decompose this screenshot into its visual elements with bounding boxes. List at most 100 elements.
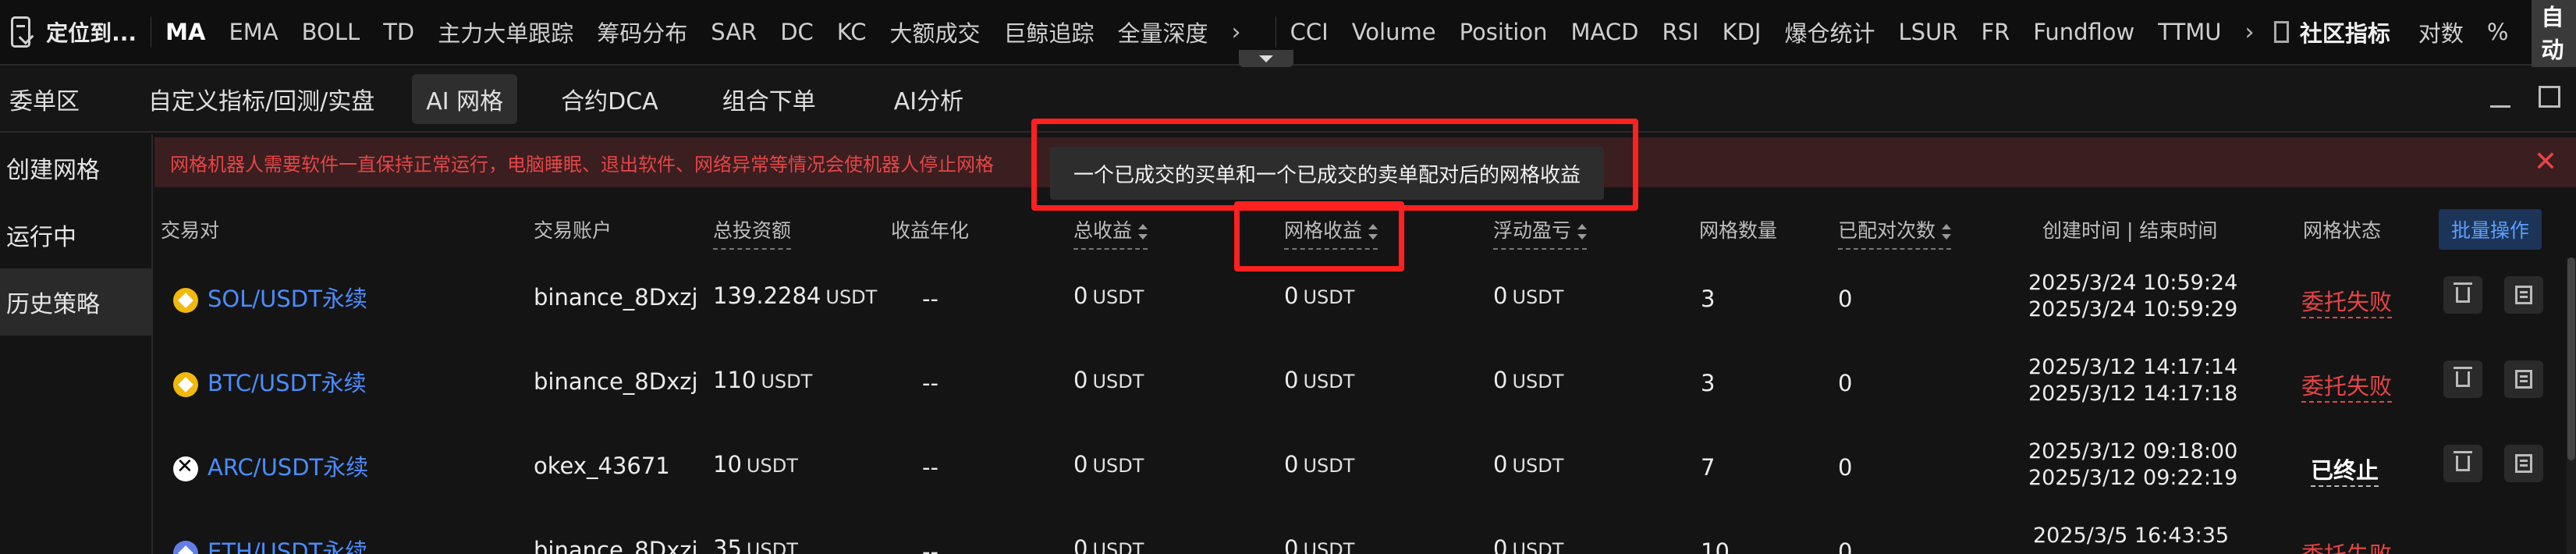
created-time: 2025/3/12 09:18:00 [2028, 439, 2238, 463]
indicator-macd[interactable]: MACD [1571, 19, 1639, 45]
sidenav-item-create-grid[interactable]: 创建网格 [0, 134, 151, 201]
unit: USDT [1092, 286, 1144, 308]
indicator-volume[interactable]: Volume [1352, 19, 1436, 45]
collapse-panel-handle[interactable] [1239, 50, 1293, 67]
indicator-lsur[interactable]: LSUR [1898, 19, 1957, 45]
percent-scale-toggle[interactable]: % [2487, 19, 2509, 45]
indicator-fundflow[interactable]: Fundflow [2033, 19, 2134, 45]
status-cell[interactable]: 委托失败 [2301, 537, 2393, 554]
sort-icon[interactable] [1368, 224, 1378, 240]
header-grid-profit[interactable]: 网格收益 [1284, 215, 1378, 250]
header-total-profit[interactable]: 总收益 [1073, 215, 1148, 250]
header-matched[interactable]: 已配对次数 [1838, 215, 1952, 250]
account-cell: okex_43671 [534, 453, 670, 479]
sidenav-item-history[interactable]: 历史策略 [0, 268, 151, 336]
tab-ai-grid[interactable]: AI 网格 [412, 74, 518, 124]
indicator-dc[interactable]: DC [780, 19, 814, 45]
total-profit-value: 0 [1073, 282, 1088, 309]
document-icon [2515, 370, 2532, 389]
indicator-large-trades[interactable]: 大额成交 [889, 16, 980, 48]
pair-link[interactable]: ARC/USDT永续 [173, 449, 368, 482]
status-badge[interactable]: 已终止 [2311, 457, 2379, 487]
trash-icon [2454, 367, 2472, 387]
header-floating-pnl[interactable]: 浮动盈亏 [1493, 215, 1588, 250]
details-button[interactable] [2504, 276, 2543, 314]
grid-count-cell: 3 [1701, 286, 1716, 312]
indicator-ttmu[interactable]: TTMU [2158, 19, 2221, 45]
calendar-check-icon[interactable] [11, 16, 31, 48]
sidenav-item-running[interactable]: 运行中 [0, 201, 151, 268]
pair-link[interactable]: SOL/USDT永续 [173, 281, 367, 314]
minimize-icon[interactable] [2490, 105, 2510, 108]
header-matched-label: 已配对次数 [1838, 219, 1936, 242]
status-cell[interactable]: 委托失败 [2301, 368, 2393, 403]
status-badge[interactable]: 委托失败 [2301, 373, 2393, 403]
close-icon[interactable]: ✕ [2534, 148, 2557, 176]
investment-value: 10 [713, 451, 742, 478]
indicator-ma[interactable]: MA [165, 19, 205, 45]
indicator-ema[interactable]: EMA [229, 19, 278, 45]
indicator-td[interactable]: TD [383, 19, 414, 45]
details-button[interactable] [2504, 445, 2543, 482]
table-scrollbar-thumb[interactable] [2567, 257, 2575, 460]
floating-pnl-value: 0 [1493, 367, 1508, 393]
log-scale-toggle[interactable]: 对数 [2418, 16, 2464, 48]
indicator-position[interactable]: Position [1460, 19, 1548, 45]
indicator-main-order[interactable]: 主力大单跟踪 [438, 16, 573, 48]
status-badge[interactable]: 委托失败 [2301, 289, 2393, 318]
indicator-fr[interactable]: FR [1981, 19, 2010, 45]
external-link-icon[interactable] [2274, 21, 2289, 43]
tab-orders[interactable]: 委单区 [9, 82, 80, 116]
unit: USDT [1512, 455, 1564, 477]
grid-profit-cell: 0 USDT [1284, 535, 1354, 554]
grid-count-cell: 7 [1701, 454, 1716, 481]
status-cell[interactable]: 已终止 [2311, 453, 2379, 487]
locate-button[interactable]: 定位到... [46, 16, 137, 48]
unit: USDT [746, 455, 798, 477]
pair-link[interactable]: ETH/USDT永续 [173, 534, 367, 554]
sort-icon[interactable] [1138, 224, 1148, 240]
sort-icon[interactable] [1942, 224, 1952, 240]
status-cell[interactable]: 委托失败 [2301, 284, 2393, 318]
header-account: 交易账户 [534, 219, 612, 242]
delete-button[interactable] [2443, 445, 2482, 482]
floating-pnl-value: 0 [1493, 535, 1508, 554]
apy-cell: -- [922, 370, 939, 396]
bulk-action-button[interactable]: 批量操作 [2439, 209, 2542, 250]
pair-link[interactable]: BTC/USDT永续 [173, 365, 367, 398]
indicator-liquidation[interactable]: 爆仓统计 [1784, 16, 1875, 48]
details-button[interactable] [2504, 360, 2543, 398]
indicator-rsi[interactable]: RSI [1662, 19, 1698, 45]
panel-window-controls [2490, 86, 2560, 108]
indicator-cci[interactable]: CCI [1290, 19, 1329, 45]
community-indicators-button[interactable]: 社区指标 [2300, 16, 2390, 48]
indicator-sar[interactable]: SAR [711, 19, 757, 45]
indicator-kc[interactable]: KC [837, 19, 867, 45]
account-cell: binance_8Dxzj [534, 537, 698, 554]
chevron-right-icon[interactable]: › [1232, 19, 1241, 46]
status-badge[interactable]: 委托失败 [2301, 542, 2393, 554]
panel-tab-bar: 委单区 自定义指标/回测/实盘 AI 网格 合约DCA 组合下单 AI分析 [0, 67, 2576, 133]
chevron-right-icon[interactable]: › [2244, 19, 2254, 46]
indicator-boll[interactable]: BOLL [302, 19, 360, 45]
indicator-depth[interactable]: 全量深度 [1118, 16, 1208, 48]
matched-cell: 0 [1838, 286, 1853, 312]
indicator-whale[interactable]: 巨鲸追踪 [1004, 16, 1095, 48]
header-investment[interactable]: 总投资额 [713, 215, 792, 250]
sort-icon[interactable] [1577, 224, 1588, 240]
tab-ai-analysis[interactable]: AI分析 [894, 82, 963, 116]
tab-combo-order[interactable]: 组合下单 [722, 82, 816, 116]
header-grid-count: 网格数量 [1699, 219, 1778, 242]
delete-button[interactable] [2443, 276, 2482, 314]
total-profit-cell: 0 USDT [1073, 535, 1144, 554]
maximize-icon[interactable] [2539, 86, 2560, 108]
auto-scale-toggle[interactable]: 自动 [2532, 0, 2576, 69]
tab-contract-dca[interactable]: 合约DCA [561, 82, 658, 116]
tab-custom-indicator[interactable]: 自定义指标/回测/实盘 [148, 82, 374, 116]
delete-button[interactable] [2443, 360, 2482, 398]
indicator-chip[interactable]: 筹码分布 [597, 16, 687, 48]
account-cell: binance_8Dxzj [534, 368, 698, 395]
indicator-kdj[interactable]: KDJ [1723, 19, 1762, 45]
unit: USDT [761, 371, 813, 392]
time-cell: 2025/3/24 10:59:24 2025/3/24 10:59:29 [2028, 270, 2237, 323]
